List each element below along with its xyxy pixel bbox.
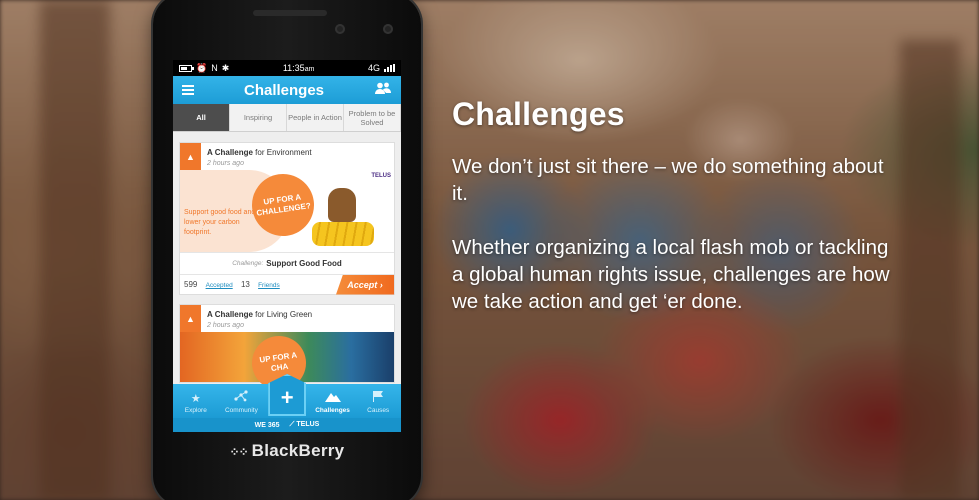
app-footer: WE 365 ⟋ TELUS: [173, 418, 401, 432]
mountain-icon: [324, 391, 341, 405]
challenge-card[interactable]: ▲ A Challenge for Environment 2 hours ag…: [179, 142, 395, 295]
sensor-icon: [383, 24, 393, 34]
card-footer: 599 Accepted 13 Friends Accept ›: [180, 274, 394, 295]
card-heading-prefix: A Challenge: [207, 310, 253, 319]
challenge-name-row: Challenge: Support Good Food: [180, 252, 394, 274]
tab-people-in-action[interactable]: People in Action: [287, 104, 344, 131]
challenge-label: Challenge:: [232, 260, 264, 267]
bananas-image: [312, 222, 374, 246]
accepted-stat[interactable]: 599 Accepted: [184, 280, 233, 289]
we365-logo: WE 365: [254, 421, 280, 429]
card-header: ▲ A Challenge for Living Green 2 hours a…: [180, 305, 394, 332]
nav-label: Community: [224, 407, 258, 414]
people-icon[interactable]: [374, 81, 392, 99]
paragraph-1: We don’t just sit there – we do somethin…: [452, 155, 884, 205]
paragraph-2: Whether organizing a local flash mob or …: [452, 236, 890, 313]
blackberry-icon: ⁘⁘: [229, 445, 249, 459]
telus-logo: ⟋ TELUS: [289, 421, 320, 428]
challenge-feed: ▲ A Challenge for Environment 2 hours ag…: [173, 132, 401, 394]
nfc-icon: N: [211, 63, 218, 73]
card-hero-image: Support good food and lower your carbon …: [180, 170, 394, 252]
flag-icon: [371, 390, 385, 405]
app-title-bar: Challenges: [173, 76, 401, 104]
nav-label: Causes: [367, 407, 390, 414]
camera-icon: [335, 24, 345, 34]
chevron-right-icon: ›: [379, 279, 383, 290]
tab-inspiring[interactable]: Inspiring: [230, 104, 287, 131]
phone-screen: ⏰ N ✱ 11:35am 4G Challenges All Inspirin…: [173, 60, 401, 432]
nav-label: Challenges: [315, 407, 350, 414]
nav-challenges[interactable]: Challenges: [310, 384, 356, 418]
friends-stat[interactable]: 13 Friends: [241, 280, 280, 289]
nav-community[interactable]: Community: [219, 384, 265, 418]
sponsor-logo: TELUS: [371, 173, 391, 179]
app-title: Challenges: [243, 81, 325, 99]
bluetooth-icon: ✱: [221, 62, 230, 73]
card-time: 2 hours ago: [207, 322, 244, 329]
card-time: 2 hours ago: [207, 160, 244, 167]
star-icon: ★: [190, 393, 201, 405]
alarm-icon: ⏰: [196, 62, 208, 73]
network-label: 4G: [367, 63, 380, 73]
card-heading-suffix: for Living Green: [255, 310, 313, 319]
battery-icon: [179, 64, 194, 72]
blackberry-phone: ⏰ N ✱ 11:35am 4G Challenges All Inspirin…: [153, 0, 421, 500]
signal-icon: [384, 64, 395, 72]
card-header: ▲ A Challenge for Environment 2 hours ag…: [180, 143, 394, 170]
status-bar: ⏰ N ✱ 11:35am 4G: [173, 60, 401, 76]
earpiece: [253, 10, 327, 16]
accept-button[interactable]: Accept ›: [336, 274, 394, 295]
tab-all[interactable]: All: [173, 104, 230, 131]
challenge-name: Support Good Food: [266, 259, 342, 268]
status-time: 11:35am: [282, 63, 315, 73]
nav-causes[interactable]: Causes: [355, 384, 401, 418]
menu-icon[interactable]: [182, 85, 194, 95]
card-heading-prefix: A Challenge: [207, 148, 253, 157]
bottom-nav: ★ Explore Community + Challenges Causes: [173, 374, 401, 418]
marketing-copy: Challenges We don’t just sit there – we …: [452, 96, 912, 342]
nav-explore[interactable]: ★ Explore: [173, 384, 219, 418]
challenge-badge-icon: ▲: [180, 143, 201, 170]
network-icon: [234, 390, 248, 405]
nav-label: Explore: [184, 407, 207, 414]
nav-add[interactable]: +: [264, 374, 310, 418]
blackberry-logo: ⁘⁘ BlackBerry: [229, 441, 345, 460]
headline: Challenges: [452, 96, 625, 132]
tab-problem-to-be-solved[interactable]: Problem to be Solved: [344, 104, 401, 131]
filter-tabs: All Inspiring People in Action Problem t…: [173, 104, 401, 132]
challenge-card[interactable]: ▲ A Challenge for Living Green 2 hours a…: [179, 304, 395, 394]
card-heading-suffix: for Environment: [255, 148, 312, 157]
challenge-badge-icon: ▲: [180, 305, 201, 332]
monkey-image: [328, 188, 356, 222]
